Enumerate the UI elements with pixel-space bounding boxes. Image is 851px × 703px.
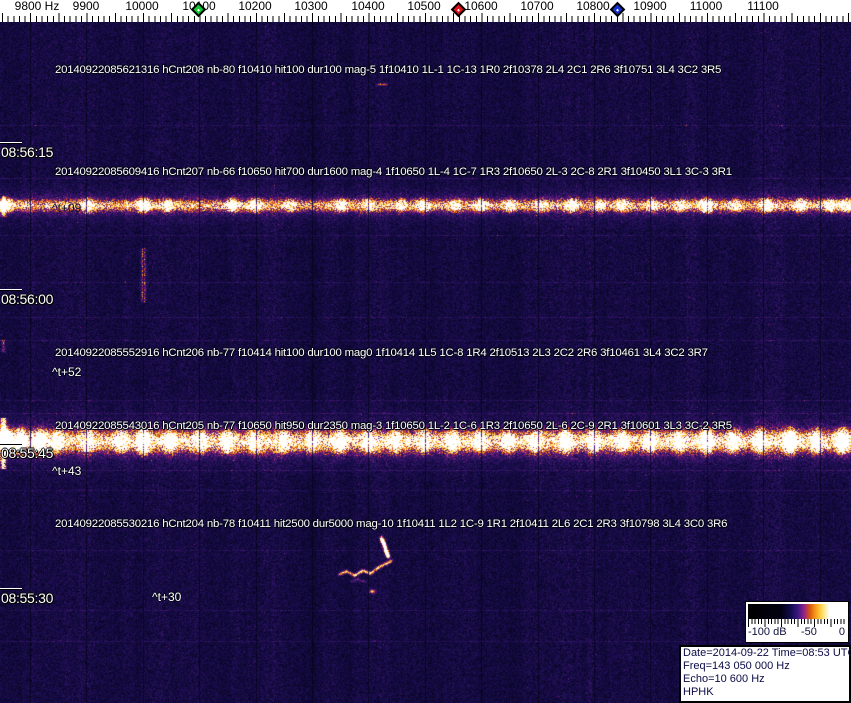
ruler-label: 10300 bbox=[294, 0, 328, 13]
edge-mark: ` bbox=[1, 364, 5, 376]
event-annotation: 20140922085609416 hCnt207 nb-66 f10650 h… bbox=[55, 166, 732, 178]
edge-mark: ` bbox=[1, 86, 5, 98]
timestamp-label: 08:55:30 bbox=[1, 590, 54, 606]
time-offset-mark: ^t+43 bbox=[52, 464, 82, 478]
db-gradient-bar bbox=[748, 604, 846, 619]
station-info-box: Date=2014-09-22 Time=08:53 UTC Freq=143 … bbox=[679, 645, 851, 703]
time-tick bbox=[0, 142, 22, 143]
time-tick bbox=[0, 443, 22, 444]
timestamp-label: 08:56:15 bbox=[1, 144, 54, 160]
ruler-label: 10000 bbox=[125, 0, 159, 13]
event-annotation: 20140922085552916 hCnt206 nb-77 f10414 h… bbox=[55, 347, 708, 359]
time-offset-mark: ^t+52 bbox=[52, 365, 82, 379]
timestamp-label: 08:55:45 bbox=[1, 445, 54, 461]
db-color-legend: -100 dB -50 0 bbox=[745, 601, 849, 643]
edge-mark: ` bbox=[1, 56, 5, 68]
ruler-label: 10700 bbox=[520, 0, 554, 13]
time-offset-mark: ^t+09 bbox=[52, 201, 82, 215]
db-min-label: -100 dB bbox=[748, 626, 787, 638]
time-offset-mark: ^t+21 bbox=[52, 83, 82, 97]
event-annotation: 20140922085543016 hCnt205 nb-77 f10650 h… bbox=[55, 420, 732, 432]
event-annotation: 20140922085621316 hCnt208 nb-80 f10410 h… bbox=[55, 64, 722, 76]
time-tick bbox=[0, 289, 22, 290]
edge-mark: ` bbox=[1, 514, 5, 526]
time-tick bbox=[0, 588, 22, 589]
edge-mark: ` bbox=[1, 336, 5, 348]
meteor-spectrogram-screen: 9800 Hz 9900 10000 10100 10200 10300 104… bbox=[0, 0, 851, 703]
ruler-label: 10800 bbox=[576, 0, 610, 13]
db-mid-label: -50 bbox=[801, 626, 817, 638]
ruler-label: 10200 bbox=[238, 0, 272, 13]
ruler-label: 10400 bbox=[351, 0, 385, 13]
edge-mark: ` bbox=[3, 462, 7, 474]
ruler-ticks bbox=[0, 13, 851, 22]
info-date-time: Date=2014-09-22 Time=08:53 UTC bbox=[683, 647, 851, 659]
db-max-label: 0 bbox=[838, 626, 845, 638]
spectrogram-canvas[interactable] bbox=[0, 22, 851, 703]
time-offset-mark: ^t+30 bbox=[152, 590, 182, 604]
ruler-label: 11000 bbox=[689, 0, 723, 13]
ruler-label: 10500 bbox=[407, 0, 441, 13]
ruler-label: 11100 bbox=[747, 0, 779, 13]
ruler-label: 10600 bbox=[464, 0, 498, 13]
info-frequency: Freq=143 050 000 Hz bbox=[683, 660, 790, 672]
timestamp-label: 08:56:00 bbox=[1, 291, 54, 307]
event-annotation: 20140922085530216 hCnt204 nb-78 f10411 h… bbox=[55, 518, 728, 530]
ruler-label: 9800 Hz bbox=[14, 0, 60, 13]
ruler-label: 9900 bbox=[72, 0, 100, 13]
info-echo: Echo=10 600 Hz bbox=[683, 673, 765, 685]
ruler-label: 10900 bbox=[633, 0, 667, 13]
frequency-ruler: 9800 Hz 9900 10000 10100 10200 10300 104… bbox=[0, 0, 851, 22]
info-station: HPHK bbox=[683, 686, 714, 698]
